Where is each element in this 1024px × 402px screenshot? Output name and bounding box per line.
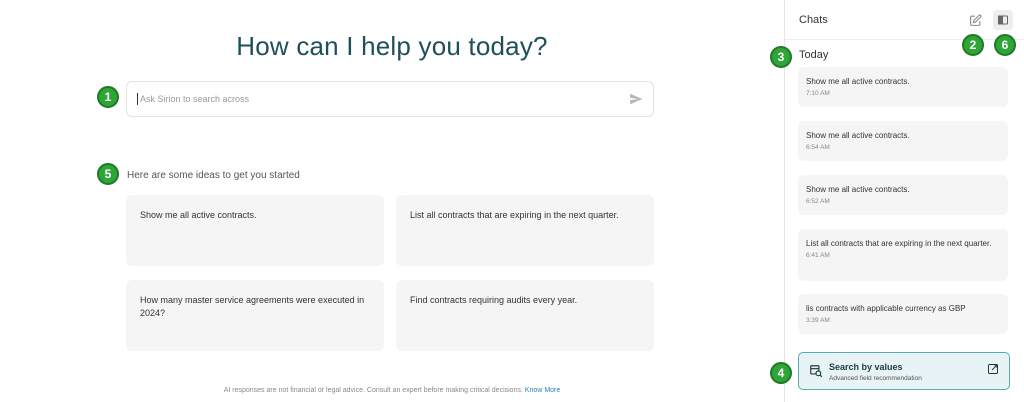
- chat-message: Show me all active contracts.: [806, 131, 910, 140]
- sidebar-panel-icon: [998, 15, 1008, 25]
- disclaimer: AI responses are not financial or legal …: [0, 387, 784, 394]
- chat-item[interactable]: List all contracts that are expiring in …: [798, 229, 1008, 281]
- page-title: How can I help you today?: [236, 31, 548, 61]
- chat-item[interactable]: Show me all active contracts. 6:54 AM: [798, 121, 1008, 161]
- chat-message: List all contracts that are expiring in …: [806, 239, 992, 248]
- chat-time: 6:41 AM: [806, 252, 830, 259]
- search-by-values-button[interactable]: Search by values Advanced field recommen…: [798, 352, 1010, 390]
- search-input[interactable]: [137, 93, 629, 105]
- page: How can I help you today? Here are some …: [0, 0, 1024, 402]
- annotation-badge: 6: [994, 34, 1016, 56]
- search-by-values-title: Search by values: [829, 362, 903, 372]
- search-box[interactable]: [126, 81, 654, 117]
- search-table-icon: [810, 365, 823, 378]
- chat-message: Show me all active contracts.: [806, 185, 910, 194]
- chat-time: 6:52 AM: [806, 198, 830, 205]
- annotation-badge: 2: [962, 34, 984, 56]
- chat-item[interactable]: lis contracts with applicable currency a…: [798, 294, 1008, 334]
- external-link-icon[interactable]: [987, 363, 999, 375]
- edit-icon: [969, 13, 982, 26]
- section-today: Today: [799, 49, 829, 61]
- ideas-label: Here are some ideas to get you started: [127, 170, 300, 181]
- annotation-badge: 5: [97, 163, 119, 185]
- chat-time: 7:10 AM: [806, 90, 830, 97]
- new-chat-button[interactable]: [965, 10, 985, 30]
- panel-toggle-button[interactable]: [993, 10, 1013, 30]
- chat-item[interactable]: Show me all active contracts. 7:10 AM: [798, 67, 1008, 107]
- idea-card[interactable]: How many master service agreements were …: [126, 280, 384, 351]
- disclaimer-text: AI responses are not financial or legal …: [223, 387, 523, 394]
- know-more-link[interactable]: Know More: [525, 387, 560, 394]
- idea-card[interactable]: Show me all active contracts.: [126, 195, 384, 266]
- idea-card[interactable]: Find contracts requiring audits every ye…: [396, 280, 654, 351]
- sidebar-header: Chats: [785, 0, 1024, 40]
- sidebar-title: Chats: [799, 14, 828, 26]
- annotation-badge: 4: [770, 362, 792, 384]
- send-icon[interactable]: [629, 92, 643, 106]
- annotation-badge: 3: [770, 46, 792, 68]
- main-area: How can I help you today? Here are some …: [0, 0, 784, 402]
- chat-time: 3:39 AM: [806, 317, 830, 324]
- chat-item[interactable]: Show me all active contracts. 6:52 AM: [798, 175, 1008, 215]
- chat-message: lis contracts with applicable currency a…: [806, 304, 966, 313]
- chat-message: Show me all active contracts.: [806, 77, 910, 86]
- chat-time: 6:54 AM: [806, 144, 830, 151]
- search-by-values-subtitle: Advanced field recommendation: [829, 375, 922, 382]
- idea-card[interactable]: List all contracts that are expiring in …: [396, 195, 654, 266]
- annotation-badge: 1: [97, 86, 119, 108]
